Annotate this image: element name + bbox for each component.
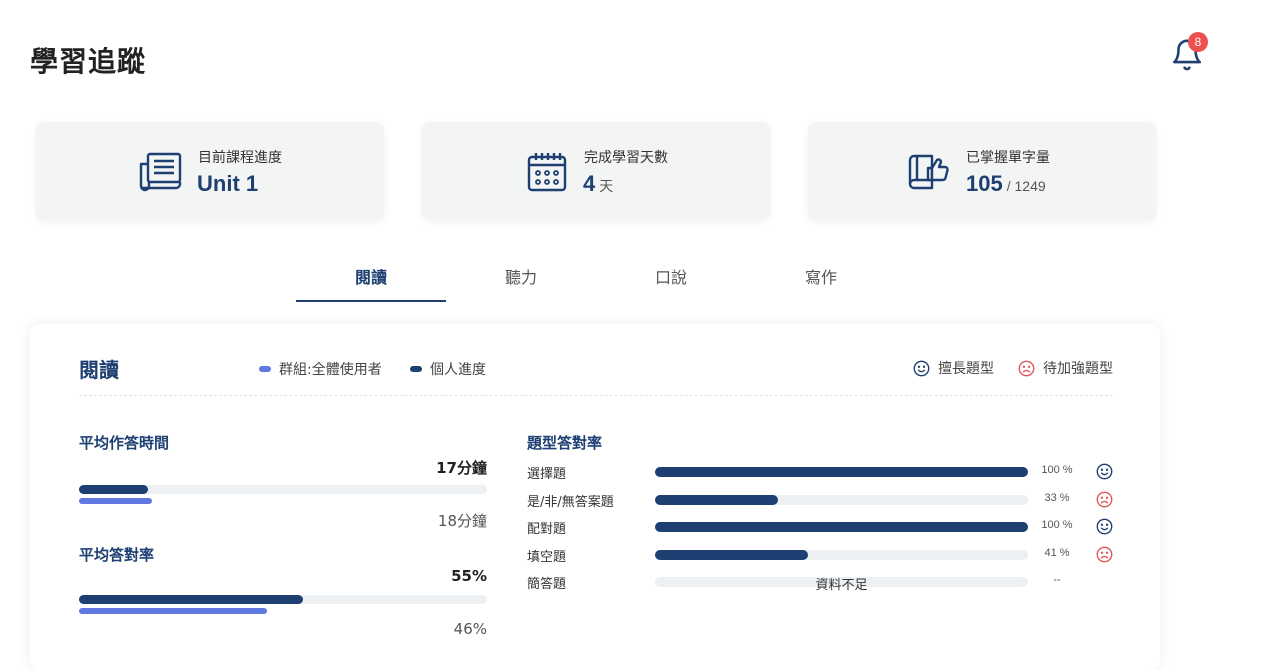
question-type-percent: 100 % (1041, 464, 1073, 476)
stat-label: 目前課程進度 (198, 150, 282, 166)
stat-value-number: 4 (583, 171, 596, 196)
legend-weak: 待加強題型 (1018, 358, 1113, 378)
newspaper-icon (139, 152, 182, 192)
legend-good: 擅長題型 (913, 358, 994, 378)
question-type-note: 資料不足 (815, 578, 868, 593)
question-type-name: 選擇題 (527, 467, 567, 482)
legend-label: 個人進度 (430, 362, 486, 378)
metric-track-time (79, 485, 487, 494)
metric-bar-group (79, 608, 267, 614)
smile-icon (913, 360, 930, 376)
metric-title-time: 平均作答時間 (79, 434, 170, 452)
question-type-percent: 100 % (1041, 519, 1073, 531)
question-type-percent: -- (1053, 574, 1061, 586)
skill-tabs: 閱讀 聽力 口說 寫作 (296, 262, 896, 302)
question-type-bar (655, 467, 1028, 477)
metric-group-time: 18分鐘 (437, 512, 487, 530)
question-type-bar (655, 495, 779, 505)
reading-panel: 閱讀 群組:全體使用者 個人進度 擅長題型 待加強題型 平均作答時間 17分鐘 … (30, 324, 1160, 670)
stat-value-number: 105 (966, 171, 1003, 196)
smile-icon (1096, 463, 1113, 485)
question-type-name: 填空題 (527, 550, 567, 565)
tab-speaking[interactable]: 口說 (596, 262, 746, 302)
stat-card-course-progress: 目前課程進度 Unit 1 (36, 122, 384, 220)
notification-badge: 8 (1188, 32, 1208, 52)
legend-group: 群組:全體使用者 (259, 359, 382, 379)
frown-icon (1018, 360, 1035, 376)
question-type-row: 簡答題 資料不足 -- (527, 572, 1117, 593)
legend-swatch-personal (410, 366, 422, 372)
stat-total: / 1249 (1006, 178, 1046, 194)
frown-icon (1096, 491, 1113, 513)
stat-unit: 天 (599, 179, 614, 195)
question-type-track (655, 467, 1028, 477)
panel-title: 閱讀 (79, 358, 119, 382)
question-type-name: 配對題 (527, 522, 567, 537)
stat-value-number: Unit 1 (197, 171, 259, 196)
legend-label: 待加強題型 (1043, 361, 1113, 377)
thumbs-up-book-icon (908, 154, 949, 190)
page-title: 學習追蹤 (30, 45, 147, 78)
question-type-track (655, 522, 1028, 532)
metric-mine-accuracy: 55% (451, 567, 487, 585)
metric-bar-mine (79, 485, 148, 494)
metric-mine-time: 17分鐘 (436, 459, 487, 477)
stat-card-vocabulary: 已掌握單字量 105/ 1249 (808, 122, 1156, 220)
stat-card-study-days: 完成學習天數 4天 (422, 122, 770, 220)
question-type-name: 簡答題 (527, 577, 567, 592)
stat-value: Unit 1 (197, 171, 258, 197)
legend-label: 群組:全體使用者 (279, 362, 382, 378)
question-type-percent: 33 % (1044, 492, 1070, 504)
question-type-row: 是/非/無答案題 33 % (527, 490, 1117, 510)
metric-track-accuracy (79, 595, 487, 604)
question-type-track: 資料不足 (655, 577, 1028, 593)
question-type-row: 配對題 100 % (527, 517, 1117, 537)
legend-personal: 個人進度 (410, 359, 486, 379)
metric-group-accuracy: 46% (453, 620, 487, 638)
stat-label: 完成學習天數 (584, 150, 668, 166)
calendar-icon (527, 153, 567, 192)
question-types-title: 題型答對率 (527, 434, 603, 452)
metric-title-accuracy: 平均答對率 (79, 546, 155, 564)
stat-label: 已掌握單字量 (966, 150, 1050, 166)
question-type-track (655, 495, 1028, 505)
question-type-row: 選擇題 100 % (527, 462, 1117, 482)
smile-icon (1096, 518, 1113, 540)
tab-reading[interactable]: 閱讀 (296, 262, 446, 302)
tab-writing[interactable]: 寫作 (746, 262, 896, 302)
stat-value: 4天 (583, 171, 613, 197)
legend-swatch-group (259, 366, 271, 372)
frown-icon (1096, 546, 1113, 568)
question-type-bar (655, 550, 808, 560)
question-type-bar (655, 522, 1028, 532)
question-type-track (655, 550, 1028, 560)
metric-bar-group (79, 498, 152, 504)
metric-bar-mine (79, 595, 303, 604)
stat-value: 105/ 1249 (966, 171, 1046, 197)
question-type-percent: 41 % (1044, 547, 1070, 559)
question-type-row: 填空題 41 % (527, 545, 1117, 565)
notification-bell[interactable]: 8 (1168, 32, 1208, 74)
divider (79, 395, 1113, 396)
tab-listening[interactable]: 聽力 (446, 262, 596, 302)
question-type-name: 是/非/無答案題 (527, 495, 614, 510)
legend-label: 擅長題型 (938, 361, 994, 377)
